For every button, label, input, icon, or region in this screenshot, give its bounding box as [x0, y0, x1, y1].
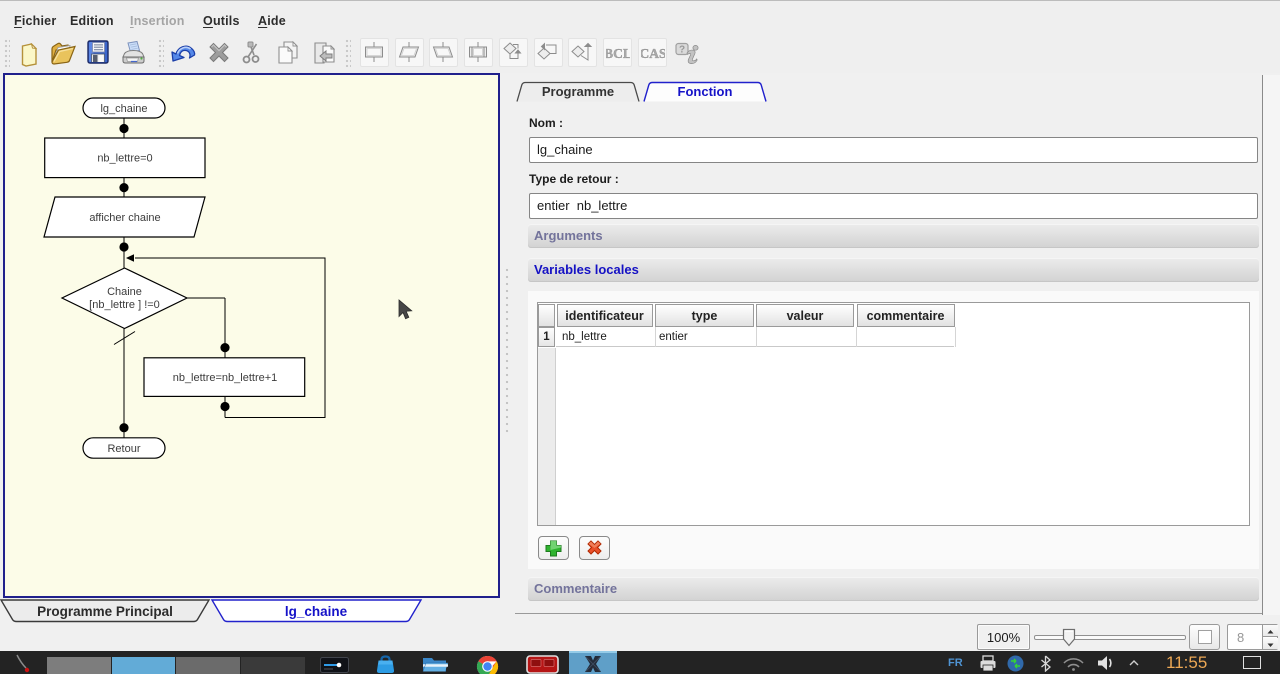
svg-text:Fonction: Fonction — [678, 84, 733, 99]
svg-text:?: ? — [679, 45, 685, 56]
svg-text:Programme Principal: Programme Principal — [37, 604, 173, 619]
svg-text:lg_chaine: lg_chaine — [100, 103, 147, 115]
svg-text:nb_lettre=nb_lettre+1: nb_lettre=nb_lettre+1 — [173, 372, 278, 384]
svg-text:nb_lettre=0: nb_lettre=0 — [97, 153, 152, 165]
svg-text:BCL: BCL — [606, 46, 630, 61]
svg-text:CAS: CAS — [641, 46, 665, 61]
svg-text:Chaine: Chaine — [107, 286, 142, 298]
svg-text:afficher chaine: afficher chaine — [89, 212, 160, 224]
svg-text:Retour: Retour — [107, 443, 140, 455]
svg-text:lg_chaine: lg_chaine — [285, 604, 348, 619]
svg-text:Programme: Programme — [542, 84, 614, 99]
svg-text:[nb_lettre ] !=0: [nb_lettre ] !=0 — [89, 299, 160, 311]
